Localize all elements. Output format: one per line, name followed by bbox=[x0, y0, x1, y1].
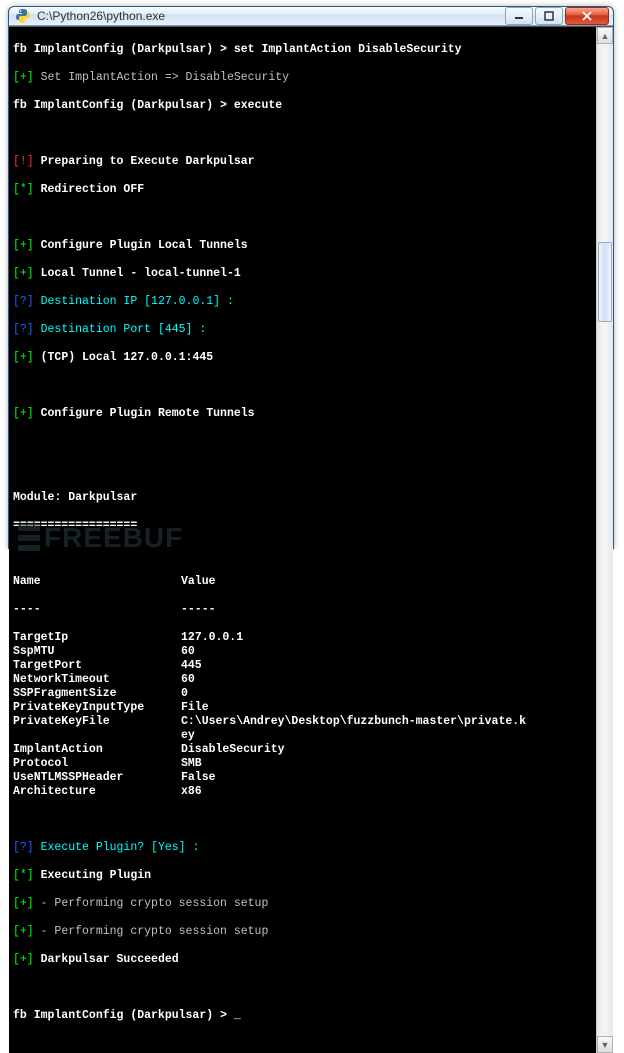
window-controls bbox=[505, 7, 609, 25]
table-row: UseNTLMSSPHeaderFalse bbox=[13, 771, 592, 785]
line: Configure Plugin Remote Tunnels bbox=[34, 407, 255, 420]
param-value: C:\Users\Andrey\Desktop\fuzzbunch-master… bbox=[181, 715, 526, 729]
col-underline: ---- bbox=[13, 603, 181, 617]
param-name: TargetPort bbox=[13, 659, 181, 673]
col-underline: ----- bbox=[181, 603, 216, 617]
marker-star: [*] bbox=[13, 869, 34, 882]
marker-q: [?] bbox=[13, 323, 34, 336]
param-name: PrivateKeyInputType bbox=[13, 701, 181, 715]
cmd-text: set ImplantAction DisableSecurity bbox=[234, 43, 462, 56]
colon: : bbox=[192, 323, 213, 336]
minimize-button[interactable] bbox=[505, 7, 533, 25]
param-table: TargetIp127.0.0.1SspMTU60TargetPort445Ne… bbox=[13, 631, 592, 799]
line: Set ImplantAction => DisableSecurity bbox=[34, 71, 289, 84]
scrollbar[interactable]: ▲ ▼ bbox=[596, 27, 613, 1053]
marker-plus: [+] bbox=[13, 897, 34, 910]
marker-plus: [+] bbox=[13, 953, 34, 966]
line: Local Tunnel - local-tunnel-1 bbox=[34, 267, 241, 280]
marker-q: [?] bbox=[13, 841, 34, 854]
default-val: [127.0.0.1] bbox=[144, 295, 220, 308]
param-value: ey bbox=[181, 729, 195, 743]
table-row: Architecturex86 bbox=[13, 785, 592, 799]
table-row: ImplantActionDisableSecurity bbox=[13, 743, 592, 757]
marker-plus: [+] bbox=[13, 267, 34, 280]
col-header-value: Value bbox=[181, 575, 216, 589]
marker-plus: [+] bbox=[13, 351, 34, 364]
close-button[interactable] bbox=[565, 7, 609, 25]
table-row: PrivateKeyInputTypeFile bbox=[13, 701, 592, 715]
line: (TCP) Local 127.0.0.1:445 bbox=[34, 351, 213, 364]
line: Destination IP bbox=[34, 295, 144, 308]
param-value: 0 bbox=[181, 687, 188, 701]
window-title: C:\Python26\python.exe bbox=[37, 9, 505, 23]
param-value: 445 bbox=[181, 659, 202, 673]
param-value: DisableSecurity bbox=[181, 743, 285, 757]
prompt: fb ImplantConfig (Darkpulsar) > bbox=[13, 99, 234, 112]
param-value: False bbox=[181, 771, 216, 785]
table-row: TargetPort445 bbox=[13, 659, 592, 673]
titlebar[interactable]: C:\Python26\python.exe bbox=[9, 7, 613, 26]
param-value: SMB bbox=[181, 757, 202, 771]
table-row: SspMTU60 bbox=[13, 645, 592, 659]
prompt: fb ImplantConfig (Darkpulsar) > bbox=[13, 1009, 234, 1022]
line: Redirection OFF bbox=[34, 183, 144, 196]
watermark: FREEBUF bbox=[18, 522, 183, 554]
module-header: Module: Darkpulsar bbox=[13, 491, 137, 504]
param-name: PrivateKeyFile bbox=[13, 715, 181, 729]
line: - Performing crypto session setup bbox=[34, 897, 269, 910]
param-name: UseNTLMSSPHeader bbox=[13, 771, 181, 785]
param-value: x86 bbox=[181, 785, 202, 799]
marker-star: [*] bbox=[13, 183, 34, 196]
param-value: 60 bbox=[181, 645, 195, 659]
colon: : bbox=[220, 295, 241, 308]
table-row: NetworkTimeout60 bbox=[13, 673, 592, 687]
line: Execute Plugin? bbox=[34, 841, 151, 854]
param-name: SSPFragmentSize bbox=[13, 687, 181, 701]
app-icon bbox=[15, 8, 31, 24]
cmd-text: execute bbox=[234, 99, 282, 112]
default-val: [445] bbox=[158, 323, 193, 336]
table-row: PrivateKeyFileC:\Users\Andrey\Desktop\fu… bbox=[13, 715, 592, 729]
col-header-name: Name bbox=[13, 575, 181, 589]
marker-q: [?] bbox=[13, 295, 34, 308]
cursor: _ bbox=[234, 1009, 241, 1022]
table-row: ey bbox=[13, 729, 592, 743]
default-val: [Yes] bbox=[151, 841, 186, 854]
param-value: 127.0.0.1 bbox=[181, 631, 243, 645]
scroll-thumb[interactable] bbox=[598, 242, 612, 322]
maximize-button[interactable] bbox=[535, 7, 563, 25]
param-name: Architecture bbox=[13, 785, 181, 799]
line: Destination Port bbox=[34, 323, 158, 336]
table-row: ProtocolSMB bbox=[13, 757, 592, 771]
line: Darkpulsar Succeeded bbox=[34, 953, 179, 966]
table-row: TargetIp127.0.0.1 bbox=[13, 631, 592, 645]
marker-plus: [+] bbox=[13, 71, 34, 84]
line: - Performing crypto session setup bbox=[34, 925, 269, 938]
marker-bang: [!] bbox=[13, 155, 34, 168]
param-value: 60 bbox=[181, 673, 195, 687]
marker-plus: [+] bbox=[13, 407, 34, 420]
console-window: C:\Python26\python.exe fb ImplantConfig … bbox=[8, 6, 614, 549]
table-row: SSPFragmentSize0 bbox=[13, 687, 592, 701]
line: Executing Plugin bbox=[34, 869, 151, 882]
prompt: fb ImplantConfig (Darkpulsar) > bbox=[13, 43, 234, 56]
param-name: TargetIp bbox=[13, 631, 181, 645]
colon: : bbox=[186, 841, 207, 854]
param-name: NetworkTimeout bbox=[13, 673, 181, 687]
watermark-bars-icon bbox=[18, 525, 40, 551]
watermark-text: FREEBUF bbox=[44, 522, 183, 554]
line: Configure Plugin Local Tunnels bbox=[34, 239, 248, 252]
marker-plus: [+] bbox=[13, 239, 34, 252]
param-value: File bbox=[181, 701, 209, 715]
scroll-down-arrow-icon[interactable]: ▼ bbox=[597, 1036, 613, 1053]
marker-plus: [+] bbox=[13, 925, 34, 938]
param-name: SspMTU bbox=[13, 645, 181, 659]
param-name: Protocol bbox=[13, 757, 181, 771]
param-name: ImplantAction bbox=[13, 743, 181, 757]
line: Preparing to Execute Darkpulsar bbox=[34, 155, 255, 168]
scroll-up-arrow-icon[interactable]: ▲ bbox=[597, 27, 613, 44]
